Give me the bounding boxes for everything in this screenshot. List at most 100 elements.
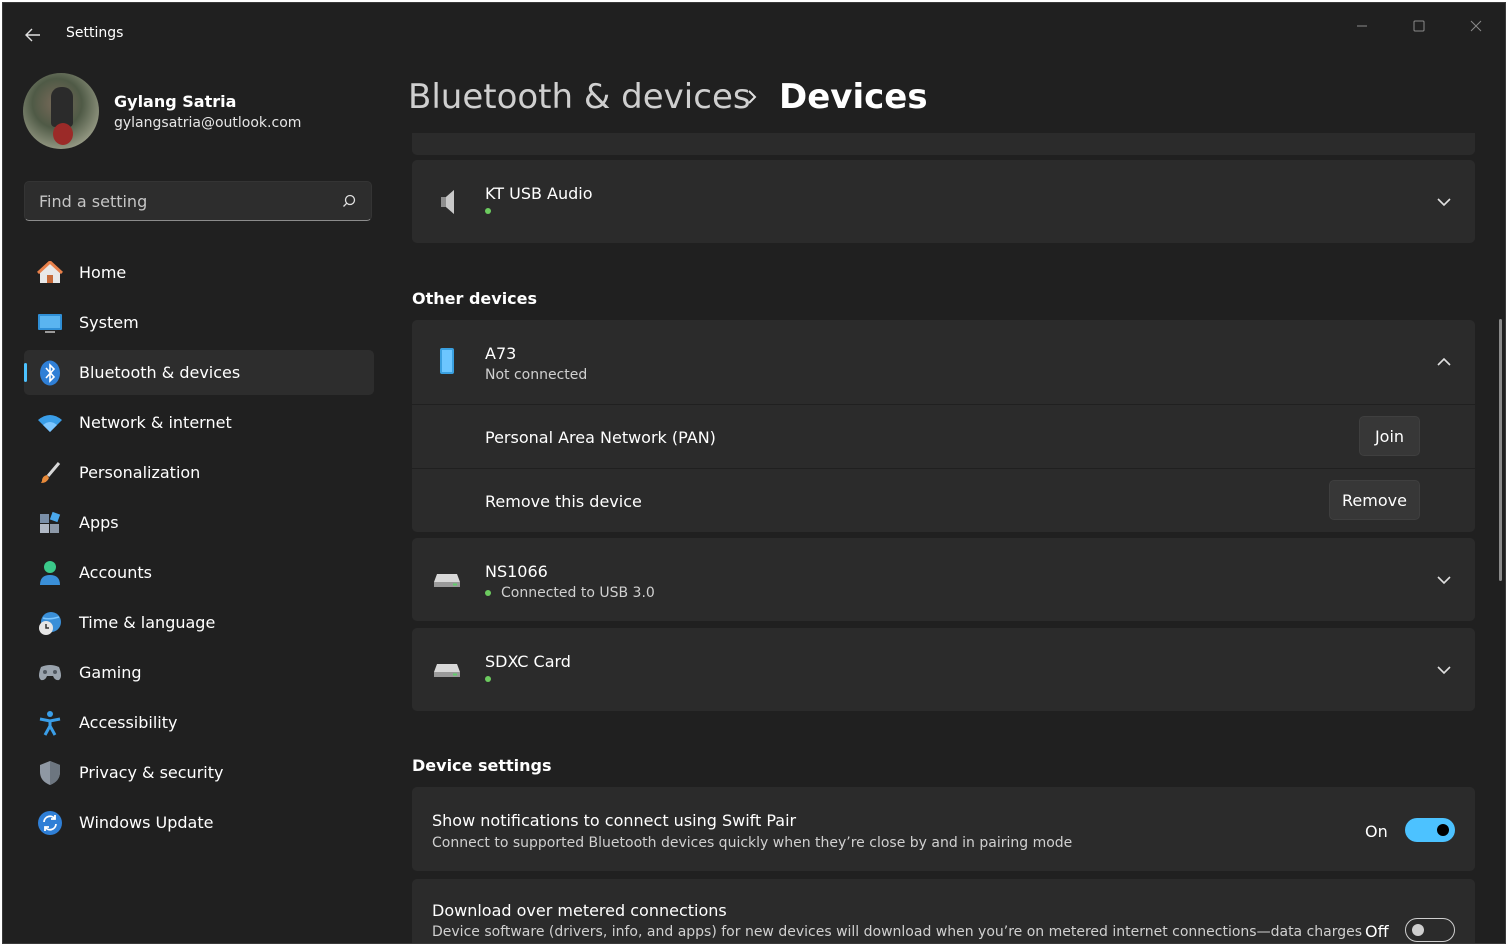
sidebar-item-label: Network & internet [79, 413, 232, 432]
section-title-device-settings: Device settings [412, 756, 552, 775]
device-status [485, 676, 491, 682]
device-card-partial [412, 133, 1475, 155]
sidebar-item-privacy[interactable]: Privacy & security [24, 750, 374, 795]
remove-device-label: Remove this device [485, 492, 642, 511]
sidebar-item-label: Accessibility [79, 713, 178, 732]
remove-button[interactable]: Remove [1329, 480, 1420, 520]
update-icon [37, 810, 63, 836]
sidebar-item-apps[interactable]: Apps [24, 500, 374, 545]
metered-download-toggle[interactable] [1405, 918, 1455, 942]
remove-device-row: Remove this device Remove [412, 469, 1475, 532]
swift-pair-setting: Show notifications to connect using Swif… [412, 787, 1475, 871]
chevron-down-icon[interactable] [1435, 661, 1453, 679]
active-indicator [24, 363, 27, 382]
drive-icon [432, 565, 462, 595]
setting-title: Show notifications to connect using Swif… [432, 811, 797, 830]
user-name: Gylang Satria [114, 92, 237, 111]
device-name: SDXC Card [485, 652, 571, 671]
sidebar-item-label: Accounts [79, 563, 152, 582]
minimize-button[interactable] [1339, 11, 1385, 41]
metered-download-setting: Download over metered connections Device… [412, 879, 1475, 943]
wifi-icon [37, 410, 63, 436]
setting-description: Connect to supported Bluetooth devices q… [432, 835, 1073, 851]
sidebar-item-label: System [79, 313, 139, 332]
section-title-other-devices: Other devices [412, 289, 538, 308]
phone-icon [432, 346, 462, 376]
settings-window: Settings Gylang Satria gylangsatria@outl… [2, 2, 1506, 944]
sidebar-item-personalization[interactable]: Personalization [24, 450, 374, 495]
sidebar-item-label: Gaming [79, 663, 142, 682]
gamepad-icon [37, 660, 63, 686]
user-email: gylangsatria@outlook.com [114, 115, 302, 131]
search-input[interactable]: Find a setting [24, 181, 372, 221]
sidebar-item-label: Personalization [79, 463, 201, 482]
device-status-text: Connected to USB 3.0 [501, 585, 655, 601]
device-name: A73 [485, 344, 517, 363]
close-icon [1470, 20, 1482, 32]
sidebar-nav: Home System Bluetooth & devices Network … [24, 250, 374, 850]
device-card-a73[interactable]: A73 Not connected [412, 320, 1475, 404]
sidebar-item-label: Time & language [79, 613, 216, 632]
toggle-knob [1437, 824, 1449, 836]
breadcrumb-parent[interactable]: Bluetooth & devices [408, 77, 751, 117]
device-card-ns1066[interactable]: NS1066 Connected to USB 3.0 [412, 538, 1475, 621]
accessibility-icon [37, 710, 63, 736]
device-card-sdxc[interactable]: SDXC Card [412, 628, 1475, 711]
home-icon [37, 260, 63, 286]
back-button[interactable] [19, 21, 47, 49]
connected-dot [485, 676, 491, 682]
bluetooth-icon [37, 360, 63, 386]
device-status [485, 208, 491, 214]
connected-dot [485, 590, 491, 596]
sidebar-item-home[interactable]: Home [24, 250, 374, 295]
sidebar-item-windows-update[interactable]: Windows Update [24, 800, 374, 845]
device-status: Connected to USB 3.0 [485, 585, 655, 601]
search-icon [343, 194, 356, 207]
drive-icon [432, 655, 462, 685]
sidebar-item-time-language[interactable]: Time & language [24, 600, 374, 645]
sidebar-item-network[interactable]: Network & internet [24, 400, 374, 445]
toggle-state-label: On [1365, 822, 1388, 841]
sidebar-item-label: Privacy & security [79, 763, 224, 782]
chevron-down-icon[interactable] [1435, 571, 1453, 589]
maximize-icon [1413, 20, 1425, 32]
maximize-button[interactable] [1396, 11, 1442, 41]
swift-pair-toggle[interactable] [1405, 818, 1455, 842]
sidebar-item-system[interactable]: System [24, 300, 374, 345]
device-name: NS1066 [485, 562, 548, 581]
avatar[interactable] [23, 73, 99, 149]
minimize-icon [1357, 25, 1367, 27]
sidebar-item-label: Apps [79, 513, 119, 532]
app-title: Settings [66, 25, 124, 41]
chevron-right-icon [748, 90, 757, 104]
brush-icon [37, 460, 63, 486]
sidebar-item-accounts[interactable]: Accounts [24, 550, 374, 595]
pan-row: Personal Area Network (PAN) Join [412, 405, 1475, 468]
sidebar-item-label: Bluetooth & devices [79, 363, 241, 382]
toggle-state-label: Off [1365, 922, 1389, 941]
sidebar-item-label: Windows Update [79, 813, 214, 832]
system-icon [37, 310, 63, 336]
close-button[interactable] [1453, 11, 1499, 41]
pan-label: Personal Area Network (PAN) [485, 428, 716, 447]
toggle-knob [1412, 924, 1424, 936]
page-title: Devices [779, 77, 928, 117]
device-status: Not connected [485, 367, 588, 383]
setting-description: Device software (drivers, info, and apps… [432, 924, 1363, 940]
speaker-icon [432, 187, 462, 217]
shield-icon [37, 760, 63, 786]
apps-icon [37, 510, 63, 536]
setting-title: Download over metered connections [432, 901, 727, 920]
chevron-down-icon[interactable] [1435, 193, 1453, 211]
globe-clock-icon [37, 610, 63, 636]
join-button[interactable]: Join [1359, 416, 1420, 456]
connected-dot [485, 208, 491, 214]
device-card-kt-usb-audio[interactable]: KT USB Audio [412, 160, 1475, 243]
device-name: KT USB Audio [485, 184, 593, 203]
title-bar: Settings [3, 3, 1505, 63]
sidebar-item-bluetooth[interactable]: Bluetooth & devices [24, 350, 374, 395]
sidebar-item-accessibility[interactable]: Accessibility [24, 700, 374, 745]
chevron-up-icon[interactable] [1435, 353, 1453, 371]
sidebar-item-gaming[interactable]: Gaming [24, 650, 374, 695]
scrollbar[interactable] [1499, 319, 1502, 581]
